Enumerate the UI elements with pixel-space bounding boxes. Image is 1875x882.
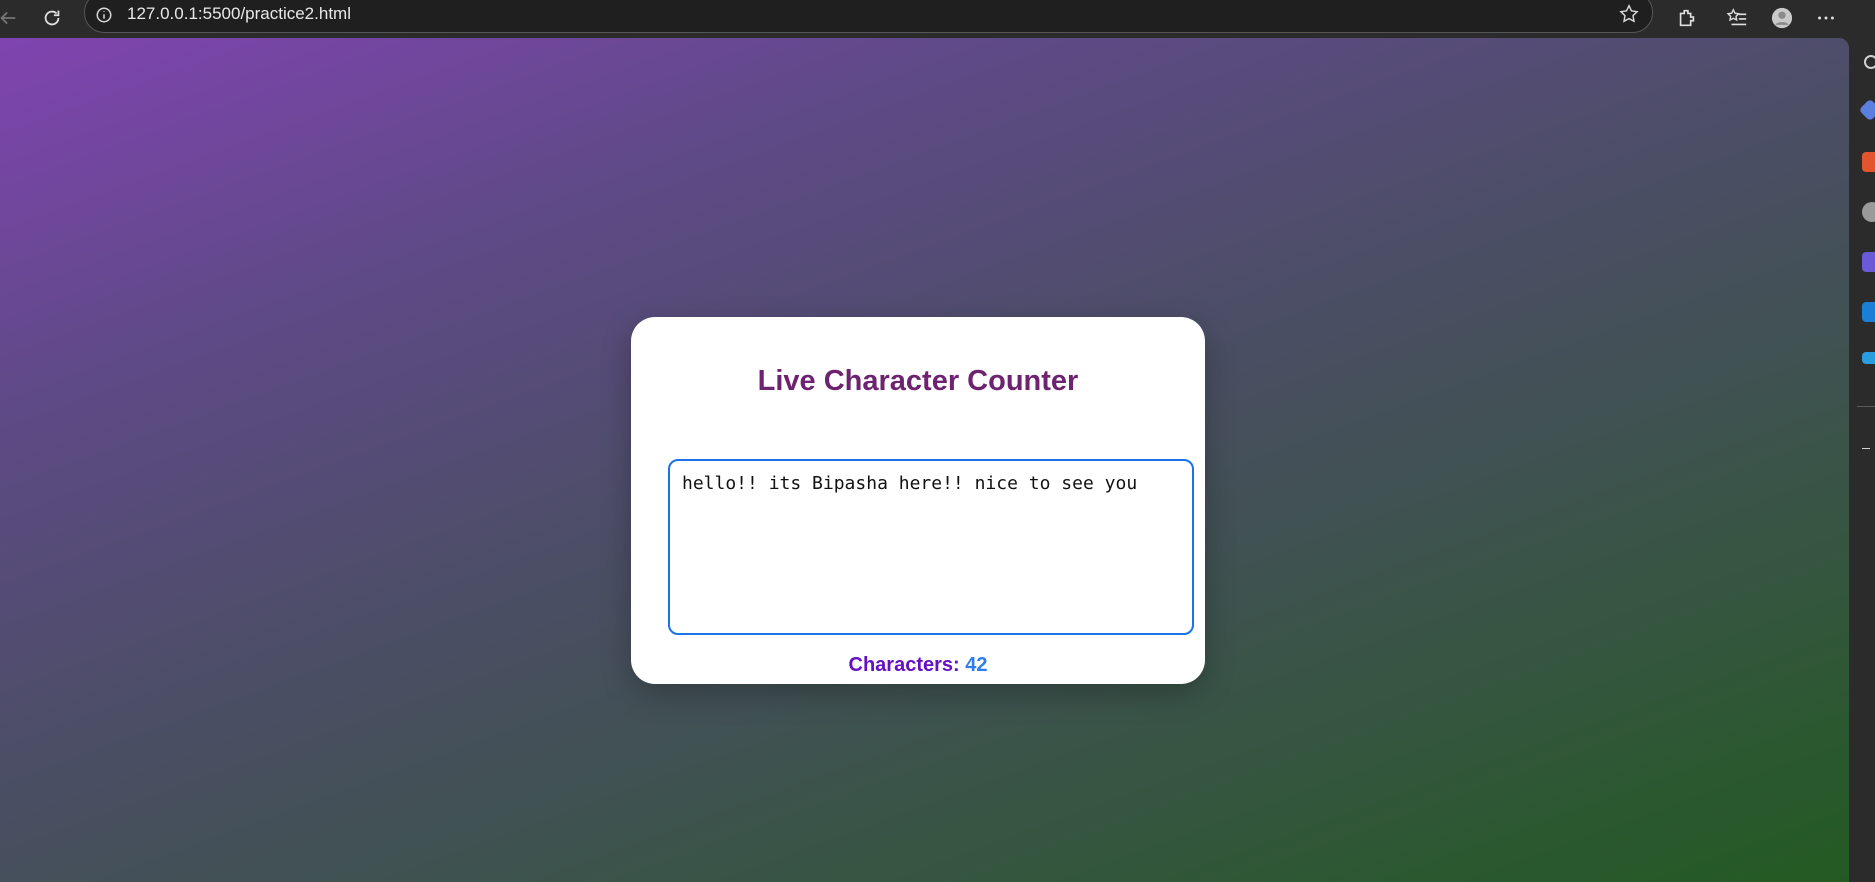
- send-icon[interactable]: [1862, 352, 1875, 364]
- counter-value: 42: [965, 654, 988, 676]
- back-icon[interactable]: [0, 4, 22, 32]
- extensions-icon[interactable]: [1672, 3, 1702, 33]
- reload-icon[interactable]: [38, 4, 66, 32]
- character-counter: Characters: 42: [631, 654, 1205, 677]
- search-icon[interactable]: [1862, 53, 1875, 73]
- address-bar[interactable]: 127.0.0.1:5500/practice2.html: [84, 0, 1653, 33]
- counter-label: Characters:: [848, 654, 960, 676]
- browser-sidebar: [1849, 38, 1875, 882]
- page-viewport: Live Character Counter Characters: 42: [0, 38, 1849, 882]
- profile-icon[interactable]: [1767, 3, 1797, 33]
- people-icon[interactable]: [1862, 202, 1875, 222]
- star-icon[interactable]: [1618, 3, 1640, 25]
- outlook-icon[interactable]: [1862, 302, 1875, 322]
- info-icon[interactable]: [95, 6, 113, 24]
- sidebar-divider: [1857, 406, 1875, 407]
- url-text[interactable]: 127.0.0.1:5500/practice2.html: [127, 4, 351, 24]
- counter-card: Live Character Counter Characters: 42: [631, 317, 1205, 684]
- page-title: Live Character Counter: [757, 365, 1079, 397]
- favorites-icon[interactable]: [1722, 3, 1752, 33]
- copilot-icon[interactable]: [1858, 98, 1875, 122]
- text-input[interactable]: [668, 459, 1194, 635]
- browser-toolbar: 127.0.0.1:5500/practice2.html: [0, 0, 1875, 38]
- games-icon[interactable]: [1862, 252, 1875, 272]
- shopping-icon[interactable]: [1862, 152, 1875, 172]
- more-icon[interactable]: [1811, 3, 1841, 33]
- add-icon[interactable]: [1862, 448, 1870, 449]
